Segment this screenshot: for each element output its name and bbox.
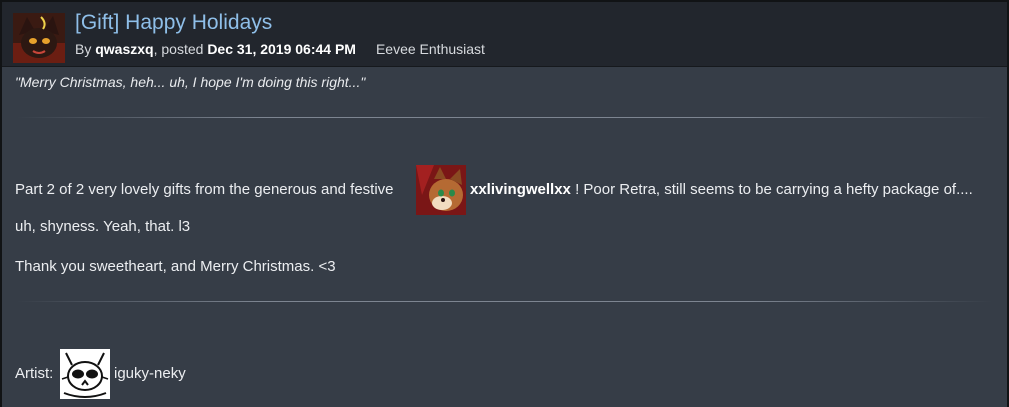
skull-avatar-icon [60, 349, 110, 399]
divider-bottom [17, 301, 992, 302]
divider-top [17, 117, 992, 118]
body-line-2: uh, shyness. Yeah, that. l3 [15, 218, 191, 235]
fox-avatar-icon [416, 165, 466, 215]
artist-label: Artist: [15, 365, 54, 382]
gifter-avatar[interactable] [416, 165, 466, 215]
author-avatar[interactable] [13, 13, 65, 63]
body-line-1-after: xxlivingwellxx ! Poor Retra, still seems… [470, 181, 973, 198]
post-header: [Gift] Happy Holidays By qwaszxq, posted… [2, 2, 1007, 67]
post-date: Dec 31, 2019 06:44 PM [207, 41, 356, 57]
author-link[interactable]: qwaszxq [95, 41, 153, 57]
by-prefix: By [75, 41, 92, 57]
post-title[interactable]: [Gift] Happy Holidays [75, 11, 272, 35]
body-line-1-before: Part 2 of 2 very lovely gifts from the g… [15, 181, 394, 198]
post-quote: "Merry Christmas, heh... uh, I hope I'm … [15, 74, 366, 90]
gifter-link[interactable]: xxlivingwellxx [470, 181, 571, 198]
posted-prefix: , posted [153, 41, 204, 57]
post-byline: By qwaszxq, posted Dec 31, 2019 06:44 PM… [75, 41, 485, 57]
body-line-3: Thank you sweetheart, and Merry Christma… [15, 258, 336, 275]
journal-post: [Gift] Happy Holidays By qwaszxq, posted… [0, 0, 1009, 407]
artist-avatar[interactable] [60, 349, 110, 399]
body-line-1-rest: ! Poor Retra, still seems to be carrying… [575, 181, 973, 198]
artist-link[interactable]: iguky-neky [114, 365, 186, 382]
dark-fox-avatar-icon [13, 13, 65, 63]
author-user-title: Eevee Enthusiast [375, 41, 485, 57]
